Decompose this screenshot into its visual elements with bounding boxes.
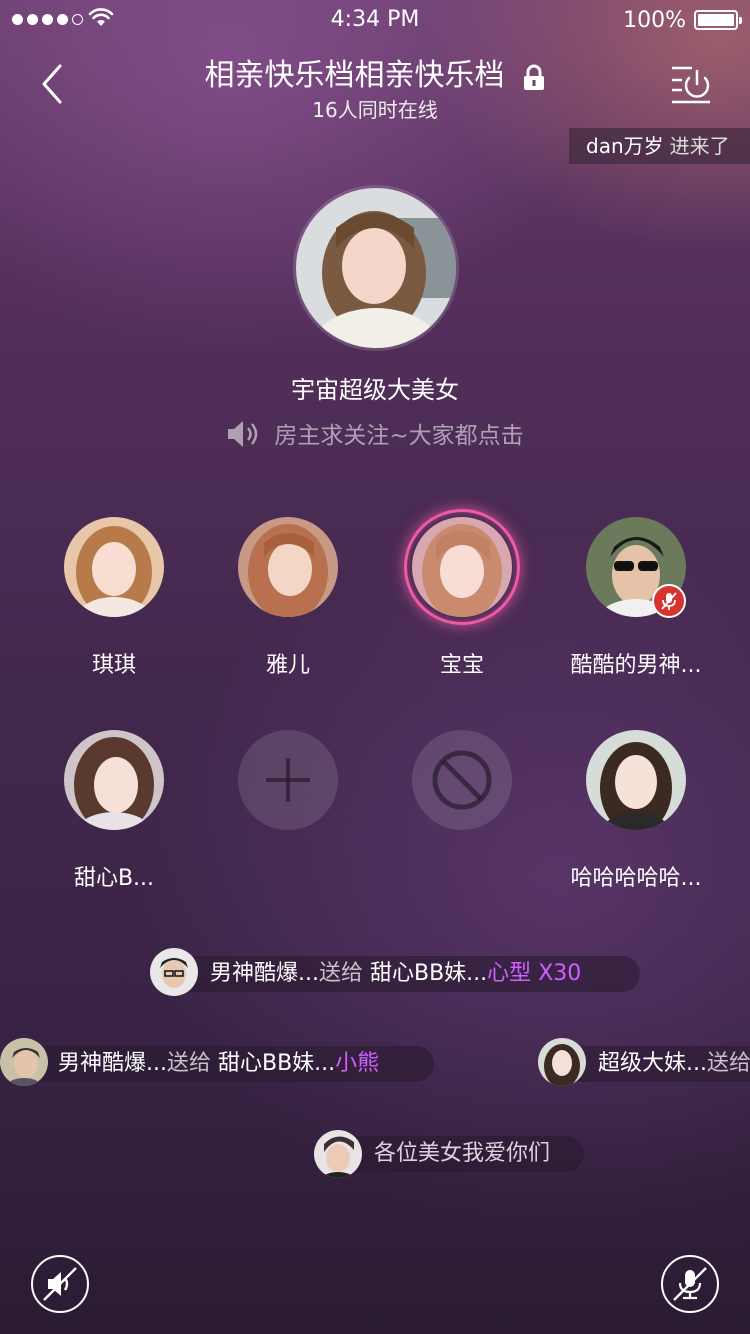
gift-message-3: 超级大妹...送给: [566, 1046, 750, 1082]
seat-name-5: 甜心B...: [73, 866, 155, 891]
gift-verb: 送给: [318, 961, 363, 986]
battery-icon: [694, 10, 742, 30]
chat-sender-avatar[interactable]: [314, 1130, 362, 1178]
seat-name-2: 雅儿: [265, 653, 310, 678]
room-title: 相亲快乐档相亲快乐档: [0, 50, 750, 95]
mic-off-badge: [652, 584, 686, 618]
plus-icon: [266, 758, 310, 802]
gift-sender: 超级大妹...: [598, 1051, 707, 1076]
battery-percent: 100%: [623, 8, 686, 33]
gift-sender-avatar[interactable]: [0, 1038, 48, 1086]
seat-avatar-8[interactable]: [586, 730, 686, 830]
gift-sender-avatar[interactable]: [150, 948, 198, 996]
speaker-mute-icon: [43, 1267, 77, 1301]
prohibited-icon: [432, 750, 492, 810]
host-avatar[interactable]: [296, 188, 456, 348]
online-count: 16人同时在线: [312, 98, 438, 122]
speaker-mute-button[interactable]: [31, 1255, 89, 1313]
join-toast-user: dan万岁: [586, 134, 664, 158]
join-toast: dan万岁 进来了: [569, 128, 750, 164]
exit-room-icon[interactable]: [668, 62, 714, 106]
status-bar: 4:34 PM 100%: [0, 0, 750, 40]
mic-mute-icon: [673, 1267, 707, 1301]
gift-message-1: 男神酷爆...送给 甜心BB妹...心型 X30: [176, 956, 640, 992]
mic-off-icon: [661, 592, 677, 610]
seat-name-8: 哈哈哈哈哈...: [570, 866, 702, 891]
gift-verb: 送给: [166, 1051, 211, 1076]
host-notice-text: 房主求关注~大家都点击: [274, 423, 524, 449]
speaker-icon: [228, 420, 258, 447]
gift-sender-avatar[interactable]: [538, 1038, 586, 1086]
room-title-text: 相亲快乐档相亲快乐档: [204, 58, 505, 93]
seat-avatar-2[interactable]: [238, 517, 338, 617]
gift-name: 小熊: [335, 1051, 380, 1076]
gift-sender: 男神酷爆...: [58, 1051, 167, 1076]
gift-message-2: 男神酷爆...送给 甜心BB妹...小熊: [24, 1046, 434, 1082]
seat-name-3: 宝宝: [439, 653, 484, 678]
host-notice: 房主求关注~大家都点击: [0, 416, 750, 452]
gift-name: 心型: [487, 961, 532, 986]
gift-receiver: 甜心BB妹...: [370, 961, 488, 986]
empty-seat-add[interactable]: [238, 730, 338, 830]
seat-avatar-5[interactable]: [64, 730, 164, 830]
gift-receiver: 甜心BB妹...: [218, 1051, 336, 1076]
chat-message: 各位美女我爱你们: [340, 1136, 584, 1172]
chat-message-text: 各位美女我爱你们: [374, 1141, 551, 1166]
seat-avatar-1[interactable]: [64, 517, 164, 617]
seat-avatar-3[interactable]: [412, 517, 512, 617]
seat-name-1: 琪琪: [91, 653, 136, 678]
gift-count: X30: [538, 961, 582, 986]
gift-verb: 送给: [706, 1051, 750, 1076]
seat-name-4: 酷酷的男神...: [570, 653, 702, 678]
host-name: 宇宙超级大美女: [291, 376, 459, 404]
join-toast-action: 进来了: [669, 134, 730, 158]
lock-icon: [523, 64, 544, 90]
gift-sender: 男神酷爆...: [210, 961, 319, 986]
mic-mute-button[interactable]: [661, 1255, 719, 1313]
locked-seat[interactable]: [412, 730, 512, 830]
